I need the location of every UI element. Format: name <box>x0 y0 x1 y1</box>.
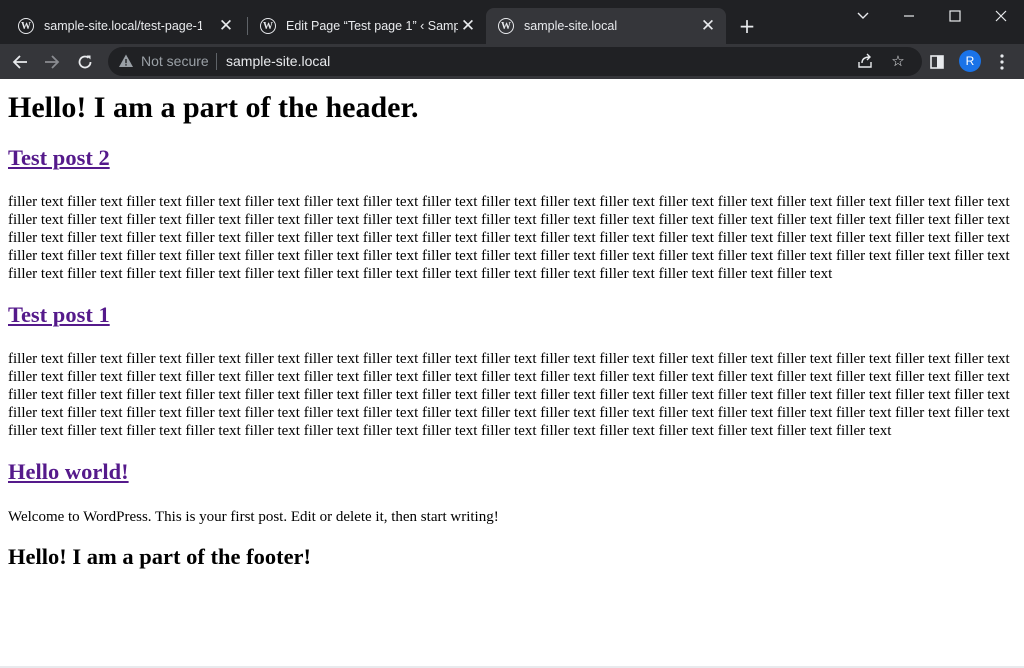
kebab-menu-icon[interactable] <box>988 48 1016 76</box>
omnibox-divider <box>216 53 217 70</box>
post-body: Welcome to WordPress. This is your first… <box>8 509 499 525</box>
post-body: filler text filler text filler text fill… <box>8 194 1010 282</box>
arrow-right-icon[interactable] <box>38 48 66 76</box>
chevron-down-icon[interactable] <box>840 4 886 28</box>
tab-edit-page[interactable]: W Edit Page “Test page 1” ‹ Sample ✕ <box>248 8 486 44</box>
site-footer-title: Hello! I am a part of the footer! <box>8 544 312 569</box>
post-title: Hello world! <box>8 459 129 485</box>
tab-test-page-1[interactable]: W sample-site.local/test-page-1/ ✕ <box>6 8 244 44</box>
tab-title: sample-site.local/test-page-1/ <box>44 19 202 33</box>
star-icon[interactable]: ☆ <box>887 50 909 72</box>
close-icon[interactable]: ✕ <box>460 18 476 35</box>
wordpress-icon: W <box>260 18 276 34</box>
post-link-test-post-2[interactable]: Test post 2 <box>8 145 110 170</box>
close-icon[interactable]: ✕ <box>700 18 716 35</box>
security-label[interactable]: Not secure <box>141 53 209 69</box>
wordpress-icon: W <box>498 18 514 34</box>
browser-toolbar: Not secure sample-site.local ☆ R <box>0 44 1024 79</box>
tab-sample-site[interactable]: W sample-site.local ✕ <box>486 8 726 44</box>
post-body: filler text filler text filler text fill… <box>8 351 1010 439</box>
post-title: Test post 1 <box>8 302 110 328</box>
side-panel-icon[interactable] <box>923 48 951 76</box>
warning-triangle-icon[interactable] <box>118 52 134 70</box>
close-icon[interactable] <box>978 4 1024 28</box>
address-bar[interactable]: Not secure sample-site.local ☆ <box>108 47 922 76</box>
plus-icon[interactable]: + <box>736 15 758 37</box>
avatar[interactable]: R <box>959 50 981 72</box>
tab-title: Edit Page “Test page 1” ‹ Sample <box>286 19 458 33</box>
tab-strip: W sample-site.local/test-page-1/ ✕ W Edi… <box>0 0 1024 44</box>
tab-title: sample-site.local <box>524 19 618 33</box>
url-text[interactable]: sample-site.local <box>226 53 330 69</box>
post-title: Test post 2 <box>8 145 110 171</box>
close-icon[interactable]: ✕ <box>218 18 234 35</box>
share-icon[interactable] <box>854 50 876 72</box>
post-link-hello-world[interactable]: Hello world! <box>8 459 129 484</box>
reload-icon[interactable] <box>71 48 99 76</box>
minimize-icon[interactable] <box>886 4 932 28</box>
site-header-title: Hello! I am a part of the header. <box>8 91 419 124</box>
wordpress-icon: W <box>18 18 34 34</box>
arrow-left-icon[interactable] <box>6 48 34 76</box>
post-link-test-post-1[interactable]: Test post 1 <box>8 302 110 327</box>
maximize-icon[interactable] <box>932 4 978 28</box>
